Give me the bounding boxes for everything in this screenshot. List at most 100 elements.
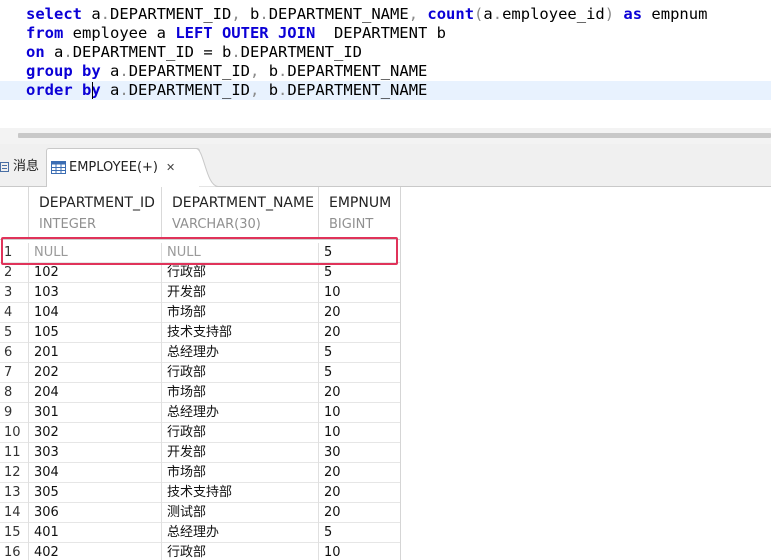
column-name: DEPARTMENT_NAME (172, 195, 314, 211)
table-cell[interactable]: 20 (319, 483, 400, 503)
table-cell[interactable]: 开发部 (162, 443, 319, 463)
table-cell[interactable]: 10 (319, 543, 400, 560)
table-cell[interactable]: 102 (29, 263, 162, 283)
table-cell[interactable]: 开发部 (162, 283, 319, 303)
table-cell[interactable]: 104 (29, 303, 162, 323)
table-cell[interactable]: 总经理办 (162, 523, 319, 543)
table-cell[interactable]: NULL (162, 243, 319, 263)
table-cell[interactable]: 103 (29, 283, 162, 303)
code-dot: . (278, 62, 288, 80)
table-row[interactable]: 16 402 行政部 10 (0, 543, 400, 560)
table-row[interactable]: 2 102 行政部 5 (0, 263, 400, 283)
table-cell[interactable]: 5 (319, 243, 400, 263)
table-cell[interactable]: 技术支持部 (162, 323, 319, 343)
table-cell[interactable]: 市场部 (162, 303, 319, 323)
table-cell[interactable]: 402 (29, 543, 162, 560)
table-cell[interactable]: 105 (29, 323, 162, 343)
table-cell[interactable]: 202 (29, 363, 162, 383)
table-cell[interactable]: 5 (319, 343, 400, 363)
row-number-cell: 2 (0, 263, 29, 283)
code-line-3[interactable]: on a.DEPARTMENT_ID = b.DEPARTMENT_ID (26, 43, 362, 62)
table-cell[interactable]: 行政部 (162, 543, 319, 560)
table-cell[interactable]: 5 (319, 363, 400, 383)
code-dot: . (231, 43, 241, 61)
table-cell[interactable]: 市场部 (162, 383, 319, 403)
kw-by: by (82, 62, 101, 80)
table-row[interactable]: 7 202 行政部 5 (0, 363, 400, 383)
splitter-handle[interactable] (18, 133, 771, 138)
code-comma: , (231, 5, 241, 23)
table-cell[interactable]: 20 (319, 463, 400, 483)
table-row[interactable]: 11 303 开发部 30 (0, 443, 400, 463)
code-text: a (82, 5, 101, 23)
table-cell[interactable]: 市场部 (162, 463, 319, 483)
table-cell[interactable]: 5 (319, 263, 400, 283)
code-text: DEPARTMENT_ID (128, 81, 251, 99)
table-cell[interactable]: 5 (319, 523, 400, 543)
table-cell[interactable]: 204 (29, 383, 162, 403)
table-cell[interactable]: 10 (319, 283, 400, 303)
tab-employee-label: EMPLOYEE(+) (69, 160, 158, 175)
table-row[interactable]: 4 104 市场部 20 (0, 303, 400, 323)
table-cell[interactable]: 20 (319, 383, 400, 403)
table-row[interactable]: 1 NULL NULL 5 (0, 243, 400, 263)
table-cell[interactable]: 401 (29, 523, 162, 543)
table-cell[interactable]: 20 (319, 323, 400, 343)
code-paren: ( (474, 5, 484, 23)
table-cell[interactable]: NULL (29, 243, 162, 263)
table-cell[interactable]: 技术支持部 (162, 483, 319, 503)
table-row[interactable]: 5 105 技术支持部 20 (0, 323, 400, 343)
table-cell[interactable]: 行政部 (162, 363, 319, 383)
table-cell[interactable]: 306 (29, 503, 162, 523)
table-row[interactable]: 12 304 市场部 20 (0, 463, 400, 483)
table-cell[interactable]: 10 (319, 423, 400, 443)
code-dot: . (492, 5, 503, 23)
table-cell[interactable]: 30 (319, 443, 400, 463)
code-text: b (259, 81, 279, 99)
table-cell[interactable]: 总经理办 (162, 343, 319, 363)
table-cell[interactable]: 304 (29, 463, 162, 483)
header-department-name[interactable]: DEPARTMENT_NAME VARCHAR(30) (162, 187, 319, 239)
table-cell[interactable]: 10 (319, 403, 400, 423)
grid-header: DEPARTMENT_ID INTEGER DEPARTMENT_NAME VA… (0, 187, 400, 240)
table-row[interactable]: 8 204 市场部 20 (0, 383, 400, 403)
code-line-2[interactable]: from employee a LEFT OUTER JOIN DEPARTME… (26, 24, 446, 43)
table-cell[interactable]: 20 (319, 503, 400, 523)
header-empnum[interactable]: EMPNUM BIGINT (319, 187, 400, 239)
header-department-id[interactable]: DEPARTMENT_ID INTEGER (29, 187, 162, 239)
table-cell[interactable]: 行政部 (162, 423, 319, 443)
table-row[interactable]: 13 305 技术支持部 20 (0, 483, 400, 503)
table-cell[interactable]: 302 (29, 423, 162, 443)
table-row[interactable]: 9 301 总经理办 10 (0, 403, 400, 423)
row-number-cell: 14 (0, 503, 29, 523)
table-cell[interactable]: 301 (29, 403, 162, 423)
code-text: empnum (642, 5, 708, 23)
table-cell[interactable]: 201 (29, 343, 162, 363)
row-number-cell: 7 (0, 363, 29, 383)
table-cell[interactable]: 测试部 (162, 503, 319, 523)
table-cell[interactable]: 303 (29, 443, 162, 463)
table-cell[interactable]: 总经理办 (162, 403, 319, 423)
panel-splitter[interactable] (0, 128, 771, 144)
code-line-1[interactable]: select a.DEPARTMENT_ID, b.DEPARTMENT_NAM… (26, 5, 707, 24)
sql-editor[interactable]: select a.DEPARTMENT_ID, b.DEPARTMENT_NAM… (0, 0, 771, 128)
table-row[interactable]: 3 103 开发部 10 (0, 283, 400, 303)
tab-close-icon[interactable]: ✕ (166, 161, 175, 174)
table-row[interactable]: 15 401 总经理办 5 (0, 523, 400, 543)
table-icon (51, 161, 66, 174)
table-cell[interactable]: 行政部 (162, 263, 319, 283)
table-row[interactable]: 6 201 总经理办 5 (0, 343, 400, 363)
table-row[interactable]: 14 306 测试部 20 (0, 503, 400, 523)
column-name: EMPNUM (329, 195, 392, 211)
code-text: DEPARTMENT_ID (240, 43, 362, 61)
table-cell[interactable]: 305 (29, 483, 162, 503)
table-cell[interactable]: 20 (319, 303, 400, 323)
code-comma: , (408, 5, 419, 23)
tab-employee-result[interactable]: EMPLOYEE(+) ✕ (46, 148, 200, 187)
code-line-5[interactable]: order by a.DEPARTMENT_ID, b.DEPARTMENT_N… (26, 81, 427, 100)
tab-messages[interactable]: 消息 (0, 148, 46, 186)
fn-count: count (427, 5, 475, 23)
code-line-4[interactable]: group by a.DEPARTMENT_ID, b.DEPARTMENT_N… (26, 62, 427, 81)
result-grid[interactable]: DEPARTMENT_ID INTEGER DEPARTMENT_NAME VA… (0, 187, 401, 560)
table-row[interactable]: 10 302 行政部 10 (0, 423, 400, 443)
